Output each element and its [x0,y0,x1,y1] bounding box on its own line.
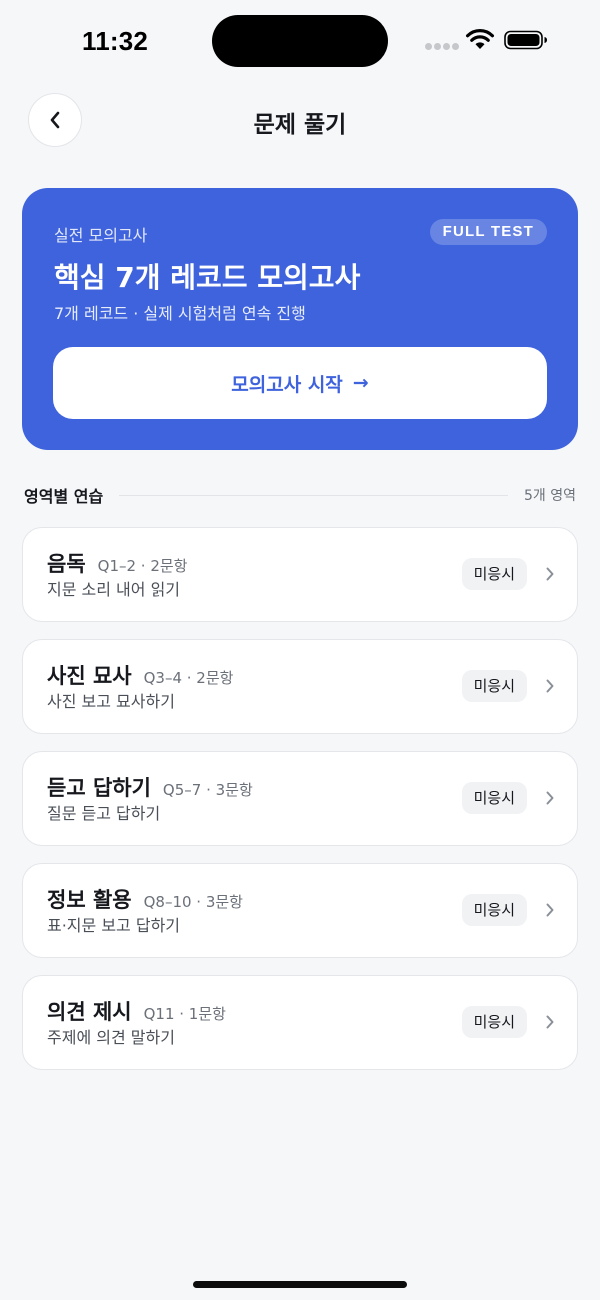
section-title: 영역별 연습 [24,487,104,506]
start-button-label: 모의고사 시작 [231,373,343,396]
practice-title: 음독 [47,552,86,576]
status-badge: 미응시 [461,782,527,814]
page-title: 문제 풀기 [253,112,347,138]
section-header: 영역별 연습 5개 영역 [24,482,576,508]
practice-title: 정보 활용 [47,888,132,912]
screen: 11:32 문제 풀기 실전 모의고사 FULL TEST 핵심 7개 레코드 … [0,0,600,1300]
wifi-icon [466,29,494,49]
practice-title: 사진 묘사 [47,664,132,688]
arrow-right-icon: → [352,372,369,394]
practice-title: 듣고 답하기 [47,776,151,800]
chevron-right-icon [546,567,554,581]
chevron-right-icon [546,791,554,805]
practice-description: 사진 보고 묘사하기 [47,692,175,711]
status-badge: 미응시 [461,670,527,702]
dynamic-island [212,15,388,67]
practice-meta: Q8–10 · 3문항 [143,893,243,911]
status-badge: 미응시 [461,558,527,590]
mock-test-title: 핵심 7개 레코드 모의고사 [54,261,361,294]
practice-description: 주제에 의견 말하기 [47,1028,175,1047]
mock-test-card: 실전 모의고사 FULL TEST 핵심 7개 레코드 모의고사 7개 레코드 … [22,188,578,450]
status-time: 11:32 [82,26,149,56]
practice-list: 음독 Q1–2 · 2문항 지문 소리 내어 읽기 미응시 사진 묘사 Q3–4… [22,527,578,1087]
mock-test-eyebrow: 실전 모의고사 [54,226,148,245]
chevron-right-icon [546,903,554,917]
header: 문제 풀기 [0,92,600,148]
section-count: 5개 영역 [524,488,576,504]
practice-card-info-use[interactable]: 정보 활용 Q8–10 · 3문항 표·지문 보고 답하기 미응시 [22,863,578,958]
practice-description: 질문 듣고 답하기 [47,804,161,823]
status-badge: 미응시 [461,1006,527,1038]
practice-card-listen-respond[interactable]: 듣고 답하기 Q5–7 · 3문항 질문 듣고 답하기 미응시 [22,751,578,846]
practice-description: 표·지문 보고 답하기 [47,916,181,935]
status-bar: 11:32 [0,0,600,80]
practice-card-reading[interactable]: 음독 Q1–2 · 2문항 지문 소리 내어 읽기 미응시 [22,527,578,622]
chevron-right-icon [546,1015,554,1029]
practice-card-opinion[interactable]: 의견 제시 Q11 · 1문항 주제에 의견 말하기 미응시 [22,975,578,1070]
practice-meta: Q5–7 · 3문항 [162,781,253,799]
full-test-badge: FULL TEST [429,219,547,245]
mock-test-subtitle: 7개 레코드 · 실제 시험처럼 연속 진행 [54,304,306,323]
practice-meta: Q3–4 · 2문항 [143,669,234,687]
practice-card-photo-description[interactable]: 사진 묘사 Q3–4 · 2문항 사진 보고 묘사하기 미응시 [22,639,578,734]
chevron-right-icon [546,679,554,693]
practice-meta: Q11 · 1문항 [143,1005,226,1023]
practice-meta: Q1–2 · 2문항 [97,557,188,575]
practice-title: 의견 제시 [47,1000,132,1024]
practice-description: 지문 소리 내어 읽기 [47,580,181,599]
start-mock-test-button[interactable]: 모의고사 시작 → [53,347,547,419]
status-badge: 미응시 [461,894,527,926]
battery-icon [504,30,547,50]
signal-icon [425,43,459,51]
home-indicator[interactable] [193,1281,407,1288]
section-divider [119,494,508,496]
